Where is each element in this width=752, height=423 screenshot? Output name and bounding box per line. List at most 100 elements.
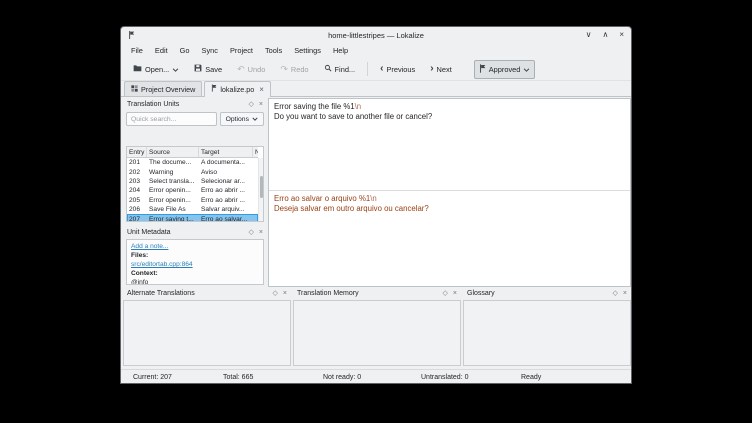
menu-sync[interactable]: Sync	[196, 44, 224, 57]
float-panel-icon[interactable]: ◇	[249, 101, 254, 108]
titlebar[interactable]: home-littlestripes — Lokalize ∨ ∧ ×	[121, 27, 631, 43]
window-title: home-littlestripes — Lokalize	[328, 30, 424, 40]
float-panel-icon[interactable]: ◇	[273, 290, 278, 297]
status-current: Current: 207	[133, 374, 172, 381]
column-header-entry[interactable]: Entry ∧	[127, 147, 147, 157]
app-icon	[128, 31, 135, 39]
maximize-button[interactable]: ∧	[602, 31, 608, 39]
float-panel-icon[interactable]: ◇	[613, 290, 618, 297]
toolbar: Open... Save ↶ Undo ↷ Redo Find... ‹ Pre…	[121, 58, 631, 81]
menu-help[interactable]: Help	[327, 44, 354, 57]
undo-button[interactable]: ↶ Undo	[232, 61, 270, 78]
target-line2: Deseja salvar em outro arquivo ou cancel…	[274, 204, 429, 213]
table-row[interactable]: 206 Save File As Salvar arquiv...	[127, 205, 258, 214]
table-header: Entry ∧ Source Target N	[127, 147, 258, 158]
column-header-target[interactable]: Target	[199, 147, 253, 157]
scrollbar-thumb[interactable]	[260, 176, 263, 198]
save-button[interactable]: Save	[189, 60, 227, 78]
undo-icon: ↶	[237, 63, 245, 74]
translation-editor: Error saving the file %1\n Do you want t…	[268, 98, 631, 287]
unit-metadata-panel: Unit Metadata ◇ × Add a note... Files: s…	[123, 226, 267, 287]
translation-memory-body	[293, 300, 461, 366]
alternate-translations-body	[123, 300, 291, 366]
target-text-editor[interactable]: Erro ao salvar o arquivo %1\n Deseja sal…	[269, 191, 630, 217]
close-panel-icon[interactable]: ×	[623, 290, 627, 297]
table-row[interactable]: 202 Warning Aviso	[127, 167, 258, 176]
approved-button[interactable]: Approved	[473, 59, 536, 79]
status-total: Total: 665	[223, 374, 254, 381]
status-untranslated: Untranslated: 0	[421, 374, 469, 381]
previous-button[interactable]: ‹ Previous	[375, 61, 420, 78]
newline-marker: \n	[370, 194, 377, 203]
bottom-dock-row: Alternate Translations ◇ × Translation M…	[123, 287, 631, 368]
lokalize-window: home-littlestripes — Lokalize ∨ ∧ × File…	[120, 26, 632, 384]
target-line1: Erro ao salvar o arquivo %1	[274, 194, 371, 203]
toolbar-separator	[367, 62, 369, 76]
close-panel-icon[interactable]: ×	[283, 290, 287, 297]
chevron-down-icon	[523, 65, 530, 74]
files-label: Files:	[131, 252, 149, 259]
glossary-body	[463, 300, 631, 366]
unit-metadata-body: Add a note... Files: src/editortab.cpp:8…	[126, 239, 264, 285]
column-header-notes[interactable]: N	[253, 147, 258, 157]
tab-close-icon[interactable]: ×	[259, 85, 264, 93]
overview-grid-icon	[131, 84, 138, 94]
close-panel-icon[interactable]: ×	[453, 290, 457, 297]
flag-icon	[211, 84, 217, 94]
approved-flag-icon	[479, 63, 486, 75]
translation-memory-panel: Translation Memory ◇ ×	[293, 287, 461, 368]
translation-units-panel: Translation Units ◇ × Options	[123, 98, 267, 224]
menu-project[interactable]: Project	[224, 44, 259, 57]
save-icon	[194, 64, 202, 74]
options-button[interactable]: Options	[219, 112, 264, 126]
context-label: Context:	[131, 270, 158, 277]
chevron-left-icon: ‹	[380, 63, 384, 74]
left-dock-column: Translation Units ◇ × Options	[123, 98, 267, 287]
file-location-link[interactable]: src/editortab.cpp:864	[131, 261, 193, 268]
source-line2: Do you want to save to another file or c…	[274, 112, 433, 121]
chevron-down-icon	[252, 116, 258, 123]
table-row[interactable]: 201 The docume... A documenta...	[127, 158, 258, 167]
menu-tools[interactable]: Tools	[259, 44, 288, 57]
unit-metadata-header: Unit Metadata ◇ ×	[127, 229, 263, 236]
table-row[interactable]: 203 Select transla... Selecionar ar...	[127, 177, 258, 186]
status-ready-badge: Ready	[521, 374, 542, 381]
next-button[interactable]: › Next	[425, 61, 457, 78]
source-line1: Error saving the file %1	[274, 102, 355, 111]
close-panel-icon[interactable]: ×	[259, 101, 263, 108]
tab-project-overview[interactable]: Project Overview	[124, 81, 203, 96]
quick-search-input[interactable]	[126, 112, 217, 126]
tab-lokalize-po[interactable]: lokalize.po ×	[204, 81, 271, 97]
status-not-ready: Not ready: 0	[323, 374, 362, 381]
float-panel-icon[interactable]: ◇	[443, 290, 448, 297]
table-row[interactable]: 205 Error openin... Erro ao abrir ...	[127, 196, 258, 205]
menu-settings[interactable]: Settings	[288, 44, 327, 57]
menu-edit[interactable]: Edit	[149, 44, 174, 57]
find-button[interactable]: Find...	[319, 60, 361, 78]
menu-file[interactable]: File	[125, 44, 149, 57]
close-button[interactable]: ×	[619, 31, 624, 39]
newline-marker: \n	[354, 102, 362, 111]
close-panel-icon[interactable]: ×	[259, 229, 263, 236]
main-content: Translation Units ◇ × Options	[121, 98, 631, 287]
source-text-view[interactable]: Error saving the file %1\n Do you want t…	[269, 99, 630, 191]
menubar: File Edit Go Sync Project Tools Settings…	[121, 43, 631, 58]
minimize-button[interactable]: ∨	[586, 31, 592, 39]
column-header-source[interactable]: Source	[147, 147, 199, 157]
redo-button[interactable]: ↷ Redo	[275, 61, 313, 78]
chevron-right-icon: ›	[430, 63, 434, 74]
add-note-link[interactable]: Add a note...	[131, 243, 168, 250]
float-panel-icon[interactable]: ◇	[249, 229, 254, 236]
translation-units-table: Entry ∧ Source Target N 201 The docume..…	[126, 146, 264, 222]
table-scrollbar[interactable]	[258, 158, 263, 221]
table-row-selected[interactable]: 207 Error saving t... Erro ao salvar...	[127, 214, 258, 221]
statusbar: Current: 207 Total: 665 Not ready: 0 Unt…	[121, 369, 631, 383]
menu-go[interactable]: Go	[174, 44, 196, 57]
table-row[interactable]: 204 Error openin... Erro ao abrir ...	[127, 186, 258, 195]
glossary-panel: Glossary ◇ ×	[463, 287, 631, 368]
chevron-down-icon	[172, 65, 179, 74]
open-button[interactable]: Open...	[128, 60, 184, 78]
tabbar: Project Overview lokalize.po ×	[121, 81, 631, 97]
search-icon	[324, 64, 332, 74]
alternate-translations-panel: Alternate Translations ◇ ×	[123, 287, 291, 368]
